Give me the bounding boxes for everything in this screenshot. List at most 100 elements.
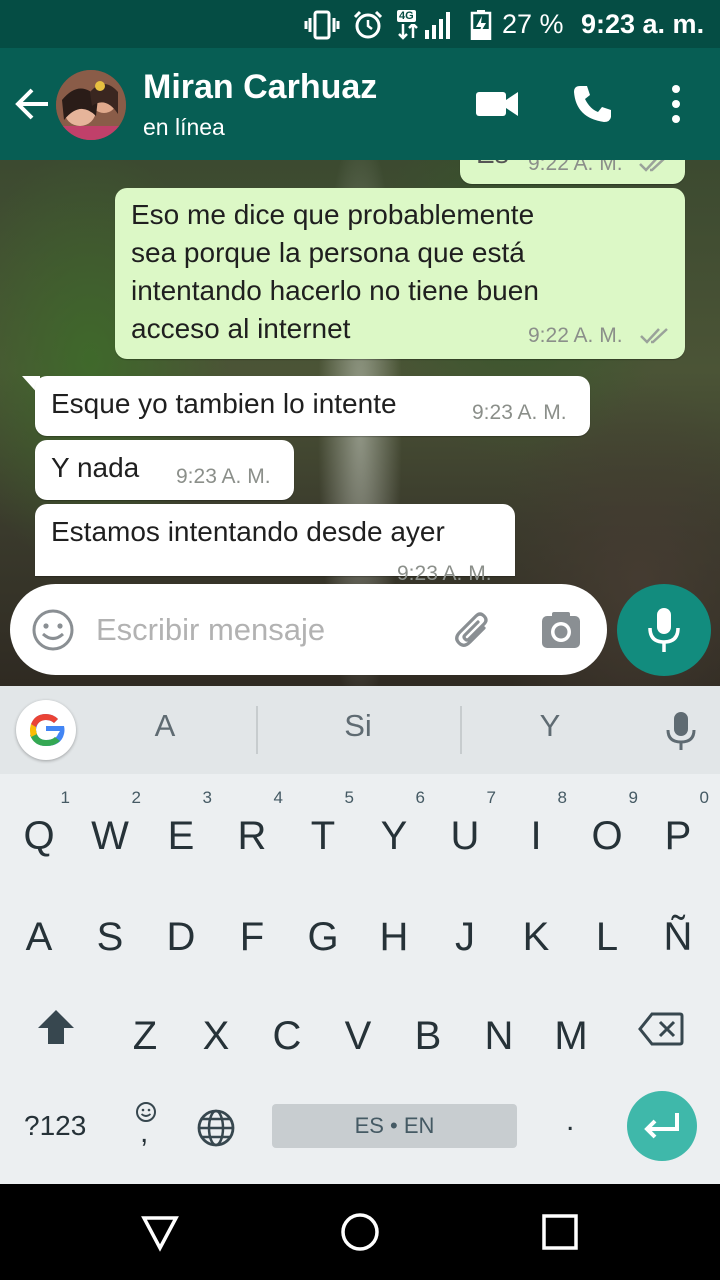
contact-status: en línea: [143, 114, 225, 140]
message-input[interactable]: Escribir mensaje: [96, 608, 426, 652]
keyboard-mic-icon[interactable]: [664, 710, 698, 752]
enter-arrow-icon: [644, 1113, 679, 1139]
globe-icon[interactable]: [196, 1108, 236, 1148]
key-x[interactable]: X: [181, 988, 251, 1078]
divider: [256, 706, 258, 754]
attach-icon[interactable]: [450, 608, 496, 654]
status-clock: 9:23 a. m.: [581, 9, 705, 39]
avatar[interactable]: [56, 70, 126, 140]
enter-key[interactable]: [627, 1091, 697, 1161]
key-n-tilde[interactable]: Ñ: [643, 889, 713, 979]
key-a[interactable]: A: [4, 889, 74, 979]
home-circle-icon[interactable]: [338, 1210, 382, 1254]
key-label: Z: [132, 1014, 158, 1058]
key-r[interactable]: 4R: [217, 788, 287, 878]
key-label: L: [595, 915, 619, 959]
read-ticks-icon: [640, 328, 668, 344]
shift-key-icon[interactable]: [36, 1008, 76, 1046]
read-ticks-icon: [639, 160, 665, 172]
key-b[interactable]: B: [393, 988, 463, 1078]
key-hint: 9: [628, 788, 638, 807]
key-label: U: [450, 814, 480, 858]
more-options-icon[interactable]: [652, 80, 700, 128]
key-label: B: [414, 1014, 442, 1058]
key-v[interactable]: V: [323, 988, 393, 1078]
message-bubble-outgoing[interactable]: Eso me dice que probablemente sea porque…: [115, 188, 685, 359]
comma-label: ,: [140, 1116, 149, 1149]
voice-message-button[interactable]: [617, 584, 711, 676]
key-q[interactable]: 1Q: [4, 788, 74, 878]
phone-call-icon[interactable]: [568, 80, 616, 128]
key-u[interactable]: 7U: [430, 788, 500, 878]
key-label: M: [554, 1014, 588, 1058]
message-bubble-incoming[interactable]: Y nada 9:23 A. M.: [35, 440, 294, 500]
message-bubble-incoming[interactable]: Esque yo tambien lo intente 9:23 A. M.: [35, 376, 590, 436]
signal-icon: [425, 12, 450, 39]
key-n[interactable]: N: [464, 988, 534, 1078]
key-hint: 3: [202, 788, 212, 807]
camera-icon[interactable]: [538, 608, 584, 654]
key-label: E: [167, 814, 195, 858]
key-z[interactable]: Z: [110, 988, 180, 1078]
emoji-icon[interactable]: [30, 607, 76, 653]
message-line: Eso me dice que probablemente: [131, 199, 535, 230]
key-y[interactable]: 6Y: [359, 788, 429, 878]
message-line: sea porque la persona que está: [131, 237, 525, 268]
period-key[interactable]: .: [566, 1104, 574, 1138]
message-line: intentando hacerlo no tiene buen: [131, 275, 539, 306]
key-g[interactable]: G: [288, 889, 358, 979]
key-s[interactable]: S: [75, 889, 145, 979]
key-label: W: [91, 814, 129, 858]
key-l[interactable]: L: [572, 889, 642, 979]
key-label: C: [272, 1014, 302, 1058]
key-m[interactable]: M: [536, 988, 606, 1078]
key-e[interactable]: 3E: [146, 788, 216, 878]
key-hint: 0: [699, 788, 709, 807]
video-call-icon[interactable]: [474, 80, 522, 128]
key-hint: 4: [273, 788, 283, 807]
key-p[interactable]: 0P: [643, 788, 713, 878]
key-label: Y: [380, 814, 408, 858]
keyboard: A Si Y 1Q 2W 3E 4R 5T 6Y 7U 8I 9O 0P A S…: [0, 686, 720, 1184]
navigation-bar: [0, 1184, 720, 1280]
message-bubble-partial[interactable]: Es 9:22 A. M.: [460, 160, 685, 184]
suggestion-2[interactable]: Si: [298, 708, 418, 744]
key-i[interactable]: 8I: [501, 788, 571, 878]
back-arrow-icon[interactable]: [10, 80, 54, 128]
key-hint: 7: [486, 788, 496, 807]
back-triangle-icon[interactable]: [138, 1210, 182, 1254]
key-d[interactable]: D: [146, 889, 216, 979]
message-time: 9:22 A. M.: [528, 160, 623, 175]
key-label: J: [455, 915, 475, 959]
key-label: F: [239, 915, 265, 959]
key-t[interactable]: 5T: [288, 788, 358, 878]
key-w[interactable]: 2W: [75, 788, 145, 878]
backspace-icon[interactable]: [638, 1012, 684, 1046]
key-c[interactable]: C: [252, 988, 322, 1078]
key-f[interactable]: F: [217, 889, 287, 979]
partial-message-text: Es: [476, 160, 509, 173]
suggestion-3[interactable]: Y: [490, 708, 610, 744]
network-4g-icon: 4G: [396, 10, 420, 40]
symbols-key[interactable]: ?123: [24, 1110, 86, 1142]
key-k[interactable]: K: [501, 889, 571, 979]
contact-name[interactable]: Miran Carhuaz: [143, 68, 377, 107]
key-label: O: [591, 814, 623, 858]
space-bar[interactable]: ES • EN: [272, 1104, 517, 1148]
message-time: 9:23 A. M.: [472, 401, 567, 424]
key-label: X: [202, 1014, 230, 1058]
chat-area[interactable]: Es 9:22 A. M. Eso me dice que probableme…: [0, 160, 720, 686]
key-hint: 6: [415, 788, 425, 807]
key-h[interactable]: H: [359, 889, 429, 979]
recents-square-icon[interactable]: [538, 1210, 582, 1254]
message-bubble-incoming[interactable]: Estamos intentando desde ayer 9:23 A. M.: [35, 504, 515, 585]
message-text: Eso me dice que probablemente sea porque…: [131, 196, 539, 348]
key-o[interactable]: 9O: [572, 788, 642, 878]
comma-emoji-key[interactable]: ,: [130, 1098, 160, 1158]
key-j[interactable]: J: [430, 889, 500, 979]
composer: Escribir mensaje: [10, 584, 607, 675]
key-label: Q: [23, 814, 55, 858]
suggestion-1[interactable]: A: [105, 708, 225, 744]
message-time: 9:23 A. M.: [397, 562, 492, 585]
google-logo-icon[interactable]: [16, 700, 76, 760]
